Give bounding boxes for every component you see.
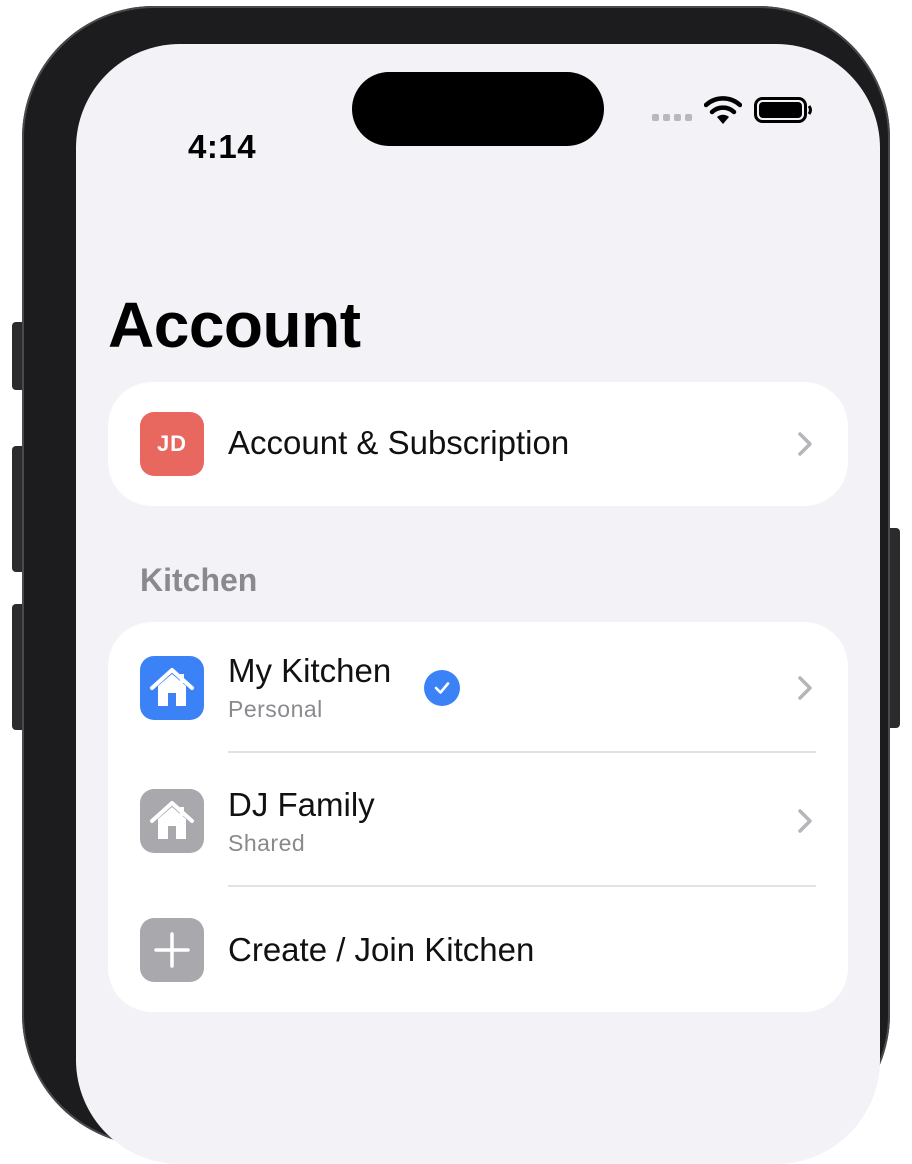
phone-frame: 4:14 Account JD Account & Subscription K… [22, 6, 890, 1164]
chevron-right-icon [798, 676, 812, 700]
kitchen-title: My Kitchen [228, 652, 392, 689]
house-icon [140, 789, 204, 853]
signal-icon [652, 114, 694, 124]
dynamic-island [352, 72, 604, 146]
chevron-right-icon [798, 432, 812, 456]
kitchen-row-my-kitchen[interactable] [108, 622, 848, 752]
divider [228, 751, 816, 753]
plus-icon [140, 918, 204, 982]
checkmark-icon [424, 670, 460, 706]
kitchen-row-dj-family[interactable] [108, 754, 848, 886]
kitchen-subtitle: Personal [228, 696, 323, 722]
chevron-right-icon [798, 809, 812, 833]
page-title: Account [108, 289, 361, 361]
account-subscription-label: Account & Subscription [228, 424, 570, 461]
section-header-kitchen: Kitchen [140, 562, 258, 598]
create-join-kitchen-label: Create / Join Kitchen [228, 931, 535, 968]
wifi-icon [704, 96, 742, 124]
house-icon [140, 656, 204, 720]
battery-icon [754, 97, 812, 123]
screen: 4:14 Account JD Account & Subscription K… [76, 44, 880, 1164]
kitchen-title: DJ Family [228, 786, 375, 823]
divider [228, 885, 816, 887]
avatar: JD [140, 412, 204, 476]
kitchen-subtitle: Shared [228, 830, 306, 856]
status-time: 4:14 [188, 128, 257, 165]
